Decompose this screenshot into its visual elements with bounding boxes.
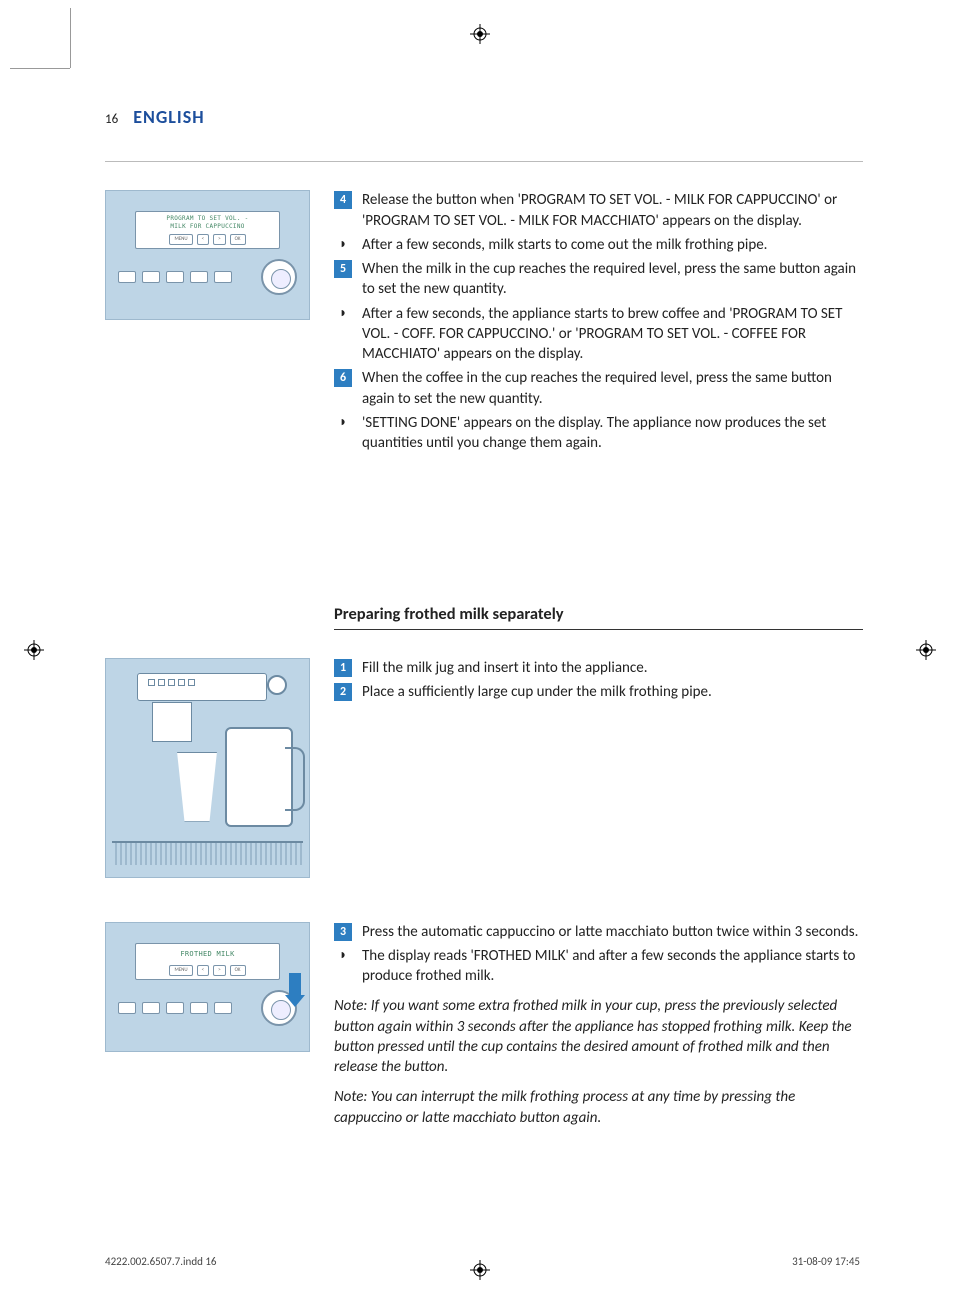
lcd-line-1: FROTHED MILK — [140, 947, 275, 962]
step-5: 5 When the milk in the cup reaches the r… — [334, 259, 863, 300]
left-button-icon: < — [197, 965, 210, 976]
ok-button-icon: OK — [230, 234, 246, 245]
sub-text: The display reads 'FROTHED MILK' and aft… — [362, 946, 863, 987]
menu-button-icon: MENU — [169, 965, 192, 976]
step-text: When the milk in the cup reaches the req… — [362, 259, 863, 300]
lcd-screen: FROTHED MILK MENU < > OK — [135, 943, 280, 980]
bullet-icon: ◗ — [334, 304, 352, 365]
registration-mark-icon — [24, 640, 44, 660]
step-6-sub: ◗ 'SETTING DONE' appears on the display.… — [334, 413, 863, 454]
control-icon — [166, 271, 184, 283]
control-strip — [112, 259, 303, 295]
step-number: 4 — [334, 191, 352, 209]
step-number: 6 — [334, 369, 352, 387]
lcd-line-2: MILK FOR CAPPUCCINO — [140, 223, 275, 231]
dial-icon — [261, 259, 297, 295]
control-icon — [166, 1002, 184, 1014]
step-3-sub: ◗ The display reads 'FROTHED MILK' and a… — [334, 946, 863, 987]
control-icon — [142, 271, 160, 283]
bullet-icon: ◗ — [334, 413, 352, 454]
right-button-icon: > — [213, 234, 226, 245]
control-icon — [118, 1002, 136, 1014]
registration-mark-icon — [916, 640, 936, 660]
sub-text: 'SETTING DONE' appears on the display. T… — [362, 413, 863, 454]
control-icon — [190, 271, 208, 283]
sub-text: After a few seconds, the appliance start… — [362, 304, 863, 365]
lcd-screen: PROGRAM TO SET VOL. - MILK FOR CAPPUCCIN… — [135, 211, 280, 249]
crop-mark — [70, 8, 71, 68]
bullet-icon: ◗ — [334, 946, 352, 987]
section-rule — [334, 629, 863, 630]
illustration-display-panel: PROGRAM TO SET VOL. - MILK FOR CAPPUCCIN… — [105, 190, 310, 320]
step-6: 6 When the coffee in the cup reaches the… — [334, 368, 863, 409]
control-icon — [190, 1002, 208, 1014]
crop-mark — [10, 68, 70, 69]
left-button-icon: < — [197, 234, 210, 245]
step-number: 5 — [334, 260, 352, 278]
note-text: Note: You can interrupt the milk frothin… — [334, 1087, 863, 1128]
step-1: 1 Fill the milk jug and insert it into t… — [334, 658, 863, 678]
sub-text: After a few seconds, milk starts to come… — [362, 235, 767, 255]
right-button-icon: > — [213, 965, 226, 976]
step-4-sub: ◗ After a few seconds, milk starts to co… — [334, 235, 863, 255]
step-text: When the coffee in the cup reaches the r… — [362, 368, 863, 409]
page-number: 16 — [105, 111, 118, 129]
ok-button-icon: OK — [230, 965, 246, 976]
control-icon — [214, 1002, 232, 1014]
step-text: Release the button when 'PROGRAM TO SET … — [362, 190, 863, 231]
registration-mark-icon — [470, 24, 490, 44]
footer-date: 31-08-09 17:45 — [792, 1255, 860, 1270]
step-number: 1 — [334, 659, 352, 677]
step-4: 4 Release the button when 'PROGRAM TO SE… — [334, 190, 863, 231]
step-5-sub: ◗ After a few seconds, the appliance sta… — [334, 304, 863, 365]
control-icon — [118, 271, 136, 283]
step-text: Press the automatic cappuccino or latte … — [362, 922, 863, 942]
menu-button-icon: MENU — [169, 234, 192, 245]
step-3: 3 Press the automatic cappuccino or latt… — [334, 922, 863, 942]
illustration-display-panel-frothed: FROTHED MILK MENU < > OK — [105, 922, 310, 1052]
illustration-machine-cup — [105, 658, 310, 878]
control-icon — [142, 1002, 160, 1014]
lcd-line-1: PROGRAM TO SET VOL. - — [140, 215, 275, 223]
control-strip — [112, 990, 303, 1026]
step-text: Fill the milk jug and insert it into the… — [362, 658, 863, 678]
language-label: ENGLISH — [133, 105, 204, 129]
step-number: 2 — [334, 683, 352, 701]
step-number: 3 — [334, 923, 352, 941]
step-text: Place a sufficiently large cup under the… — [362, 682, 863, 702]
control-icon — [214, 271, 232, 283]
page-footer: 4222.002.6507.7.indd 16 31-08-09 17:45 — [105, 1255, 860, 1270]
note-text: Note: If you want some extra frothed mil… — [334, 996, 863, 1077]
bullet-icon: ◗ — [334, 235, 352, 255]
section-title: Preparing frothed milk separately — [334, 603, 863, 625]
step-2: 2 Place a sufficiently large cup under t… — [334, 682, 863, 702]
page-header: 16 ENGLISH — [105, 105, 863, 129]
footer-file: 4222.002.6507.7.indd 16 — [105, 1255, 217, 1270]
